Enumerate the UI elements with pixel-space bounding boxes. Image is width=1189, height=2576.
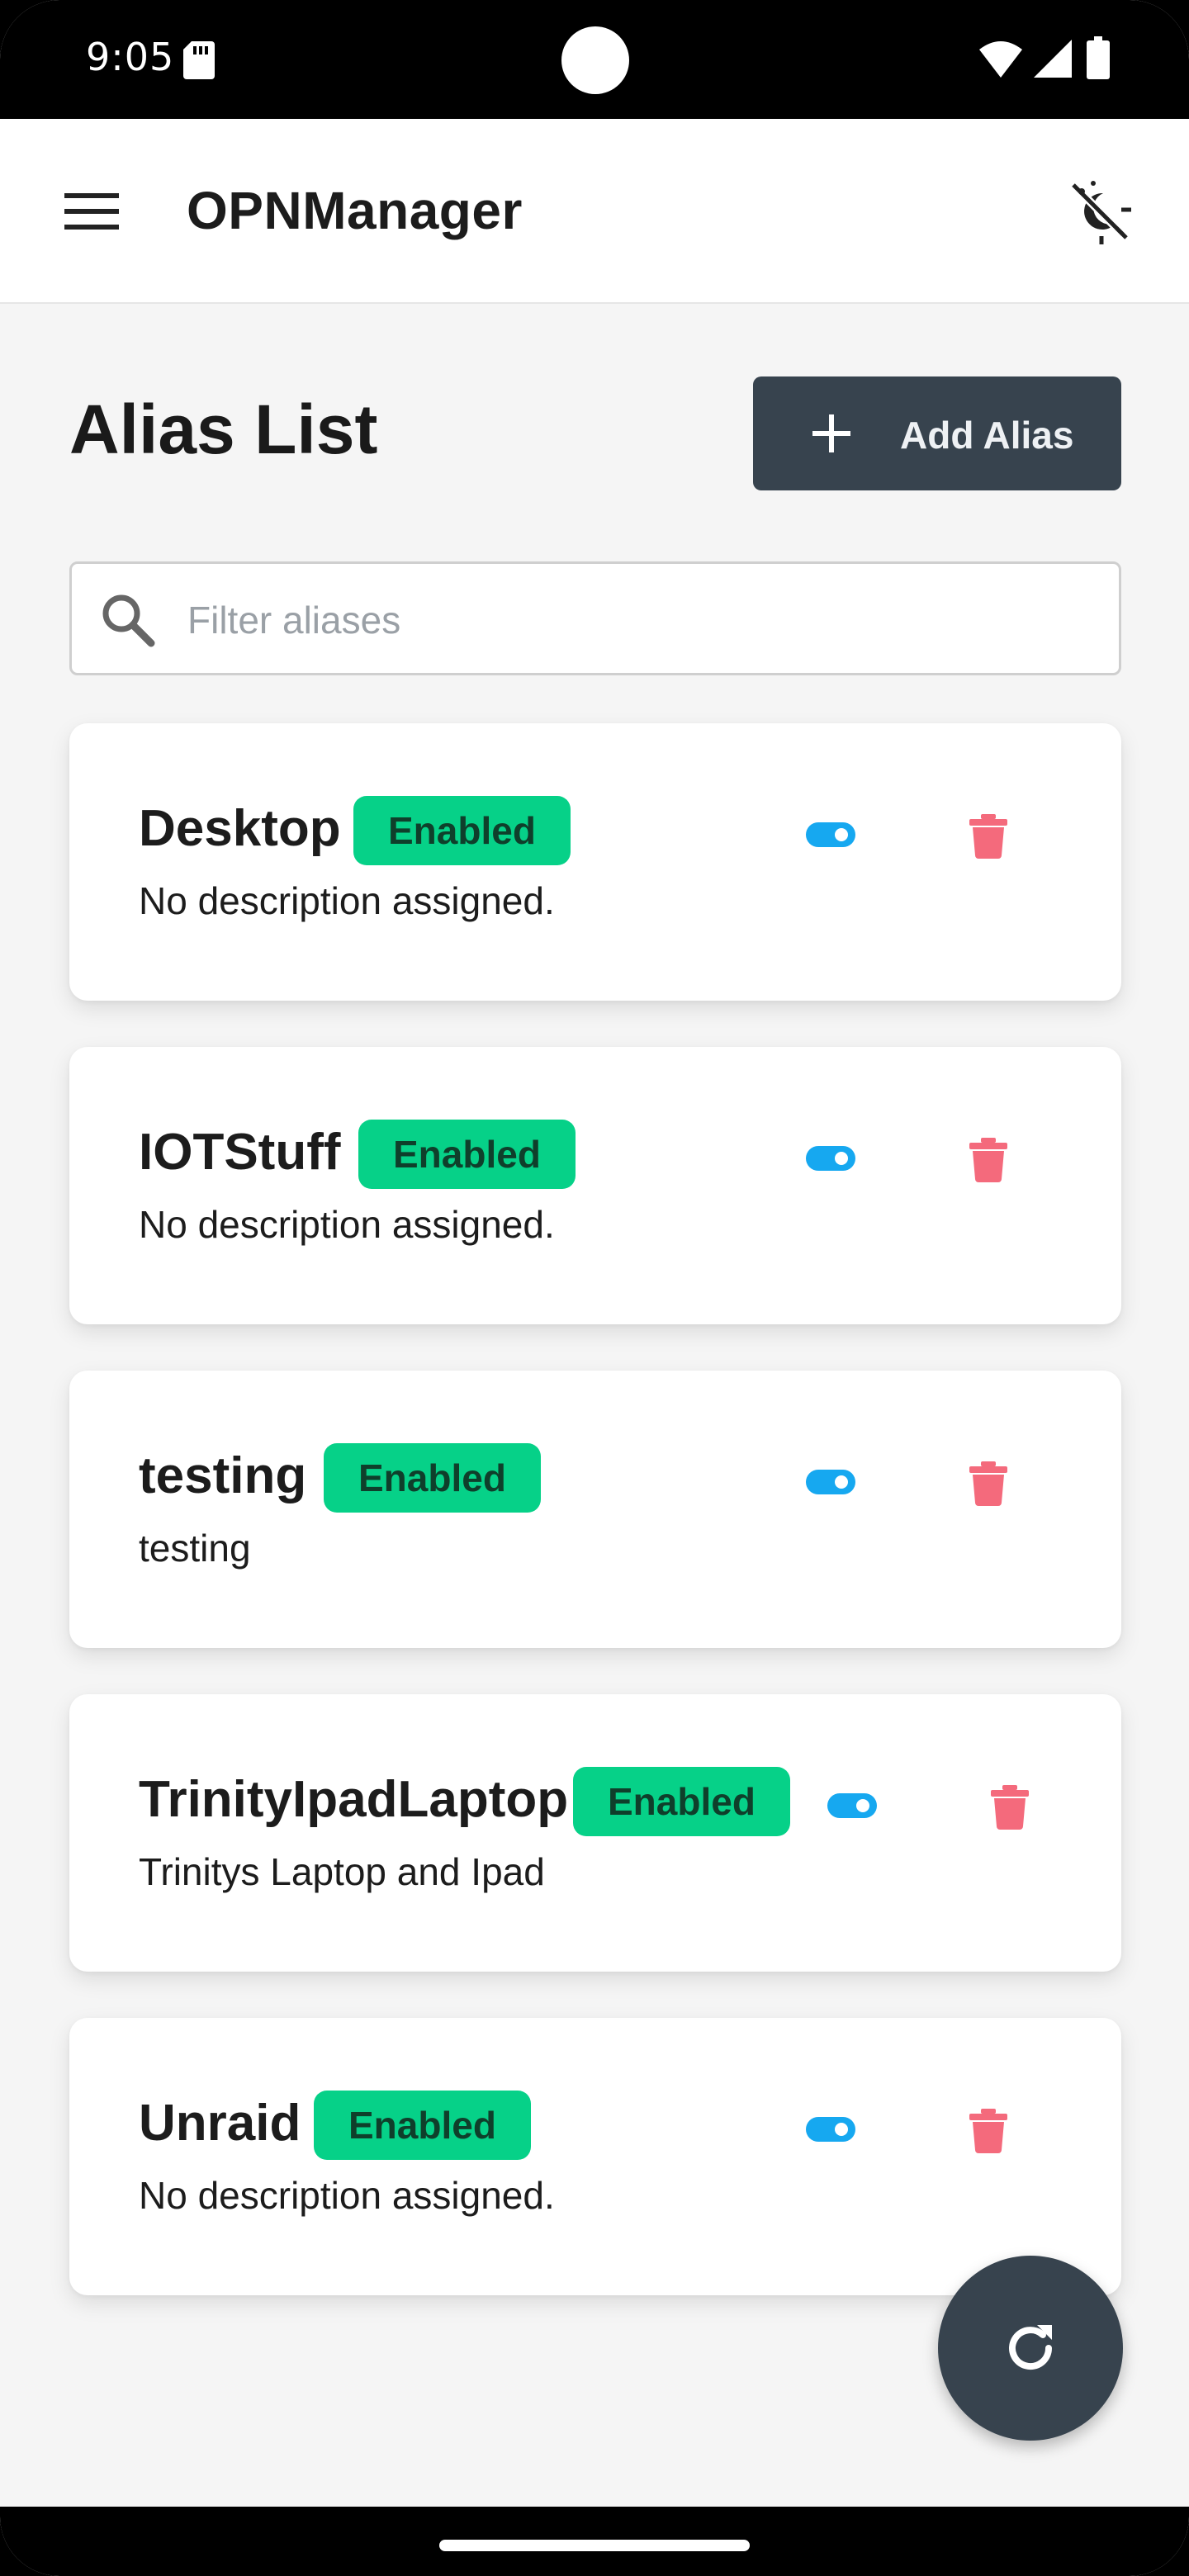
toggle-switch-icon[interactable] xyxy=(827,1792,877,1820)
refresh-button[interactable] xyxy=(938,2256,1123,2441)
alias-description: Trinitys Laptop and Ipad xyxy=(139,1850,545,1893)
app-title: OPNManager xyxy=(187,181,523,240)
signal-icon xyxy=(1034,40,1072,78)
status-badge: Enabled xyxy=(573,1767,790,1836)
trash-icon[interactable] xyxy=(969,1138,1007,1182)
alias-name: TrinityIpadLaptop xyxy=(139,1771,569,1828)
trash-icon[interactable] xyxy=(969,2109,1007,2153)
add-alias-button[interactable]: Add Alias xyxy=(753,376,1121,490)
alias-description: No description assigned. xyxy=(139,2174,555,2217)
add-alias-label: Add Alias xyxy=(900,414,1074,457)
alias-card-trinityipadlaptop[interactable]: TrinityIpadLaptop Enabled Trinitys Lapto… xyxy=(69,1694,1121,1972)
status-badge: Enabled xyxy=(314,2091,531,2160)
page-title: Alias List xyxy=(69,391,378,468)
status-badge: Enabled xyxy=(353,796,571,865)
theme-toggle-icon[interactable] xyxy=(1065,177,1135,246)
toggle-switch-icon[interactable] xyxy=(806,1144,855,1172)
search-box[interactable] xyxy=(69,561,1121,675)
trash-icon[interactable] xyxy=(969,1461,1007,1506)
alias-name: Unraid xyxy=(139,2095,301,2152)
search-icon xyxy=(102,594,155,647)
app-bar: OPNManager xyxy=(0,119,1189,304)
navigation-bar xyxy=(0,2507,1189,2576)
alias-name: testing xyxy=(139,1447,307,1504)
battery-icon xyxy=(1087,36,1110,79)
alias-description: No description assigned. xyxy=(139,1203,555,1246)
status-time: 9:05 xyxy=(86,35,175,79)
sd-card-icon xyxy=(183,41,215,79)
menu-icon[interactable] xyxy=(64,192,119,231)
camera-cutout xyxy=(561,26,629,94)
alias-card-testing[interactable]: testing Enabled testing xyxy=(69,1371,1121,1648)
search-input[interactable] xyxy=(187,589,1096,651)
alias-card-unraid[interactable]: Unraid Enabled No description assigned. xyxy=(69,2018,1121,2295)
trash-icon[interactable] xyxy=(969,814,1007,859)
status-badge: Enabled xyxy=(324,1443,541,1513)
status-badge: Enabled xyxy=(358,1120,576,1189)
refresh-icon xyxy=(1009,2325,1053,2370)
alias-name: Desktop xyxy=(139,800,341,857)
alias-description: testing xyxy=(139,1527,251,1570)
toggle-switch-icon[interactable] xyxy=(806,1468,855,1496)
home-handle[interactable] xyxy=(439,2540,750,2551)
app-screen: 9:05 OPNManager Alias List Add Alias Fil… xyxy=(0,0,1189,2576)
trash-icon[interactable] xyxy=(991,1785,1029,1830)
wifi-icon xyxy=(979,41,1022,78)
toggle-switch-icon[interactable] xyxy=(806,821,855,849)
status-bar: 9:05 xyxy=(0,0,1189,119)
alias-card-desktop[interactable]: Desktop Enabled No description assigned. xyxy=(69,723,1121,1001)
alias-description: No description assigned. xyxy=(139,879,555,922)
toggle-switch-icon[interactable] xyxy=(806,2115,855,2143)
alias-name: IOTStuff xyxy=(139,1124,341,1181)
plus-icon xyxy=(812,414,850,452)
alias-card-iotstuff[interactable]: IOTStuff Enabled No description assigned… xyxy=(69,1047,1121,1324)
